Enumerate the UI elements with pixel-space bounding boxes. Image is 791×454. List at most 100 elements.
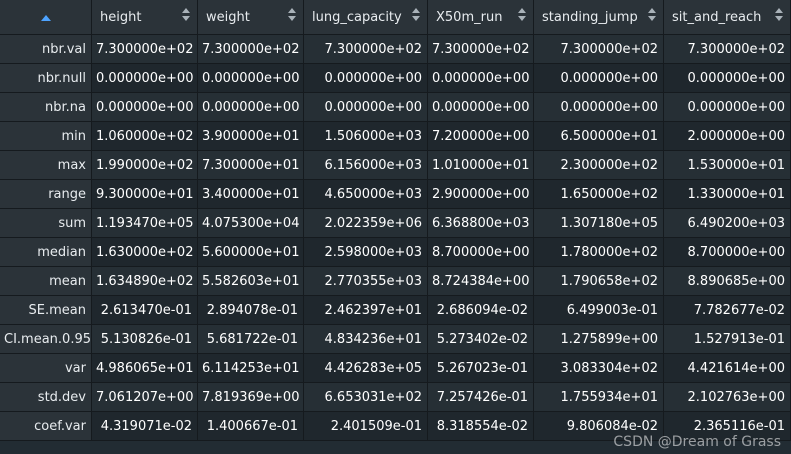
table-cell: 1.650000e+02 [534,180,664,209]
table-cell: 2.686094e-02 [428,296,534,325]
table-cell: 7.300000e+02 [534,35,664,64]
table-cell: 8.890685e+00 [664,267,791,296]
column-header-label: X50m_run [436,9,503,25]
table-cell: 2.770355e+03 [304,267,428,296]
table-cell: 2.000000e+00 [664,122,791,151]
table-row: sum 1.193470e+05 4.075300e+04 2.022359e+06 6… [0,209,791,238]
table-cell: 0.000000e+00 [428,93,534,122]
table-cell: 3.083304e+02 [534,354,664,383]
table-cell: 3.900000e+01 [198,122,304,151]
table-cell: 1.634890e+02 [92,267,198,296]
table-cell: 7.300000e+02 [428,35,534,64]
table-cell: 0.000000e+00 [304,64,428,93]
table-cell: 0.000000e+00 [534,64,664,93]
table-cell: 1.990000e+02 [92,151,198,180]
table-cell: 4.834236e+01 [304,325,428,354]
table-cell: 1.506000e+03 [304,122,428,151]
column-header-standing-jump[interactable]: standing_jump [534,0,664,35]
sort-icon[interactable] [182,8,190,22]
table-cell: 1.790658e+02 [534,267,664,296]
table-cell: 6.499003e-01 [534,296,664,325]
table-cell: 2.300000e+02 [534,151,664,180]
table-cell: 7.257426e-01 [428,383,534,412]
table-row: range 9.300000e+01 3.400000e+01 4.650000e+0… [0,180,791,209]
row-name: sum [0,209,92,238]
sort-ascending-icon [40,14,51,21]
table-cell: 3.400000e+01 [198,180,304,209]
table-cell: 5.681722e-01 [198,325,304,354]
table-row: nbr.null 0.000000e+00 0.000000e+00 0.000000… [0,64,791,93]
column-header-x50m-run[interactable]: X50m_run [428,0,534,35]
table-cell: 1.630000e+02 [92,238,198,267]
table-cell: 2.365116e-01 [664,412,791,441]
table-cell: 1.780000e+02 [534,238,664,267]
table-cell: 4.075300e+04 [198,209,304,238]
row-name: nbr.null [0,64,92,93]
table-cell: 5.273402e-02 [428,325,534,354]
column-header-label: height [100,9,142,25]
sort-icon[interactable] [412,8,420,22]
row-name: range [0,180,92,209]
table-cell: 2.598000e+03 [304,238,428,267]
table-cell: 6.114253e+01 [198,354,304,383]
table-row: coef.var 4.319071e-02 1.400667e-01 2.401509… [0,412,791,441]
table-cell: 2.894078e-01 [198,296,304,325]
table-cell: 0.000000e+00 [534,93,664,122]
table-cell: 0.000000e+00 [92,93,198,122]
column-header-lung-capacity[interactable]: lung_capacity [304,0,428,35]
table-row: SE.mean 2.613470e-01 2.894078e-01 2.462397e… [0,296,791,325]
table-cell: 1.755934e+01 [534,383,664,412]
column-header-label: weight [206,9,250,25]
table-cell: 0.000000e+00 [92,64,198,93]
table-cell: 4.426283e+05 [304,354,428,383]
table-cell: 7.200000e+00 [428,122,534,151]
table-row: min 1.060000e+02 3.900000e+01 1.506000e+03 7… [0,122,791,151]
table-cell: 5.582603e+01 [198,267,304,296]
table-cell: 2.900000e+00 [428,180,534,209]
table-row: std.dev 7.061207e+00 7.819369e+00 6.653031e… [0,383,791,412]
row-name: nbr.na [0,93,92,122]
table-cell: 5.267023e-01 [428,354,534,383]
table-cell: 7.819369e+00 [198,383,304,412]
table-row: max 1.990000e+02 7.300000e+01 6.156000e+03 1… [0,151,791,180]
table-cell: 0.000000e+00 [198,64,304,93]
column-header-label: lung_capacity [312,9,402,25]
table-cell: 0.000000e+00 [664,64,791,93]
table-cell: 4.319071e-02 [92,412,198,441]
table-body: nbr.val 7.300000e+02 7.300000e+02 7.300000e… [0,35,791,441]
table-cell: 0.000000e+00 [198,93,304,122]
table-cell: 4.986065e+01 [92,354,198,383]
table-cell: 6.156000e+03 [304,151,428,180]
table-row: CI.mean.0.95 5.130826e-01 5.681722e-01 4.83… [0,325,791,354]
table-cell: 2.022359e+06 [304,209,428,238]
row-names-header[interactable] [0,0,92,35]
table-cell: 7.300000e+02 [304,35,428,64]
table-cell: 6.500000e+01 [534,122,664,151]
table-cell: 7.300000e+01 [198,151,304,180]
table-cell: 2.102763e+00 [664,383,791,412]
column-header-sit-and-reach[interactable]: sit_and_reach [664,0,791,35]
table-cell: 8.700000e+00 [664,238,791,267]
table-cell: 6.368800e+03 [428,209,534,238]
table-cell: 1.527913e-01 [664,325,791,354]
table-cell: 1.010000e+01 [428,151,534,180]
table-cell: 8.724384e+00 [428,267,534,296]
table-cell: 1.307180e+05 [534,209,664,238]
table-row: nbr.val 7.300000e+02 7.300000e+02 7.300000e… [0,35,791,64]
column-header-height[interactable]: height [92,0,198,35]
row-name: nbr.val [0,35,92,64]
row-name: CI.mean.0.95 [0,325,92,354]
column-header-weight[interactable]: weight [198,0,304,35]
table-cell: 2.462397e+01 [304,296,428,325]
table-cell: 0.000000e+00 [664,93,791,122]
table-cell: 7.300000e+02 [92,35,198,64]
table-cell: 7.061207e+00 [92,383,198,412]
sort-icon[interactable] [648,8,656,22]
row-name: var [0,354,92,383]
sort-icon[interactable] [288,8,296,22]
sort-icon[interactable] [518,8,526,22]
table-cell: 1.530000e+01 [664,151,791,180]
sort-icon[interactable] [775,8,783,22]
table-row: median 1.630000e+02 5.600000e+01 2.598000e+… [0,238,791,267]
table-cell: 7.300000e+02 [664,35,791,64]
